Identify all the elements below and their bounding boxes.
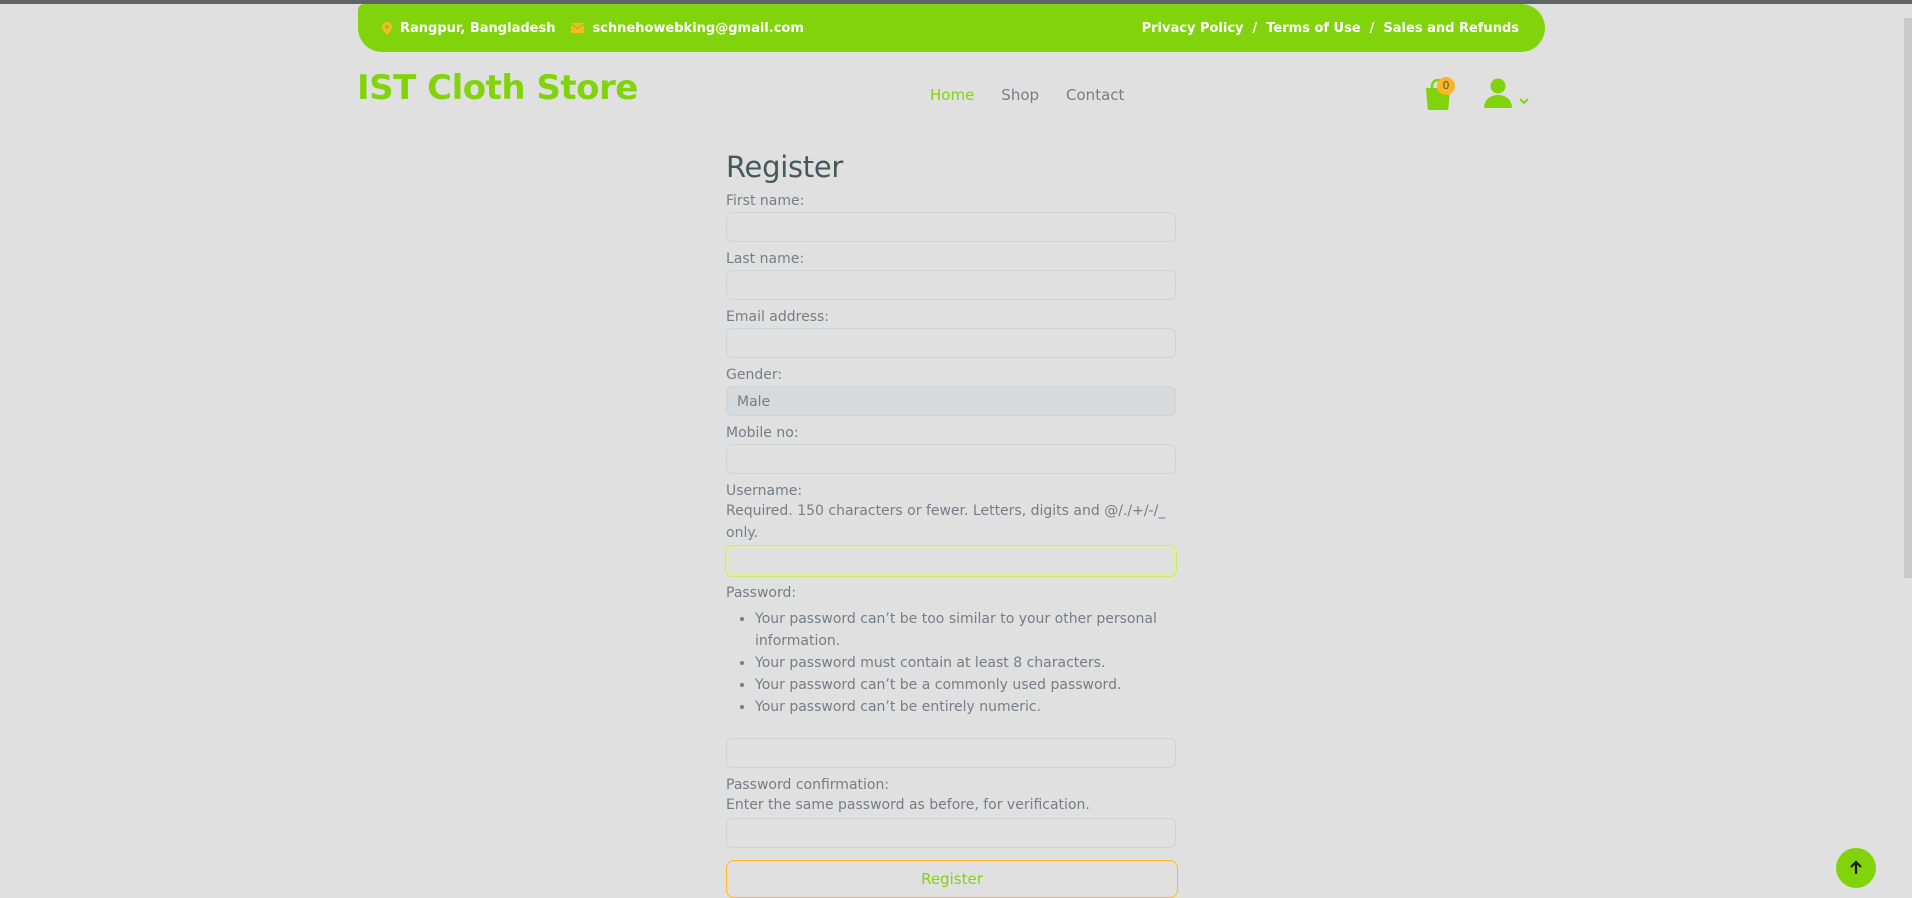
- username-field[interactable]: [726, 546, 1176, 576]
- user-menu[interactable]: [1484, 78, 1530, 108]
- back-to-top-button[interactable]: [1836, 848, 1876, 888]
- username-help-text: Required. 150 characters or fewer. Lette…: [726, 503, 1166, 541]
- first-name-label: First name:: [726, 193, 805, 209]
- last-name-field[interactable]: [726, 270, 1176, 300]
- link-separator: /: [1252, 20, 1258, 36]
- register-form: Register First name: Last name: Email ad…: [726, 150, 1178, 898]
- map-marker-icon: [382, 21, 392, 35]
- gender-select[interactable]: Male: [726, 386, 1176, 416]
- password-rule: Your password can’t be a commonly used p…: [755, 674, 1178, 696]
- nav-shop[interactable]: Shop: [1001, 86, 1039, 104]
- password-rule: Your password can’t be too similar to yo…: [755, 608, 1178, 652]
- password-rule: Your password must contain at least 8 ch…: [755, 652, 1178, 674]
- page-title: Register: [726, 150, 843, 184]
- main-nav: Home Shop Contact: [930, 86, 1151, 104]
- cart-count-badge: 0: [1437, 77, 1455, 95]
- mobile-field[interactable]: [726, 444, 1176, 474]
- register-button[interactable]: Register: [726, 860, 1178, 898]
- register-button-label: Register: [921, 870, 983, 888]
- terms-of-use-link[interactable]: Terms of Use: [1266, 21, 1360, 36]
- topbar-email[interactable]: schnehowebking@gmail.com: [571, 20, 804, 36]
- password-confirm-field[interactable]: [726, 818, 1176, 848]
- topbar: Rangpur, Bangladesh schnehowebking@gmail…: [358, 4, 1545, 52]
- location-text: Rangpur, Bangladesh: [400, 20, 556, 36]
- password-confirm-label: Password confirmation:: [726, 777, 890, 793]
- email-field[interactable]: [726, 328, 1176, 358]
- topbar-location: Rangpur, Bangladesh: [382, 21, 555, 36]
- privacy-policy-link[interactable]: Privacy Policy: [1142, 21, 1244, 36]
- nav-home[interactable]: Home: [930, 86, 974, 104]
- topbar-contact: Rangpur, Bangladesh schnehowebking@gmail…: [382, 21, 820, 36]
- nav-contact[interactable]: Contact: [1066, 86, 1124, 104]
- arrow-up-icon: [1850, 860, 1862, 874]
- last-name-label: Last name:: [726, 251, 805, 267]
- mobile-label: Mobile no:: [726, 425, 799, 441]
- username-label: Username:: [726, 483, 803, 499]
- chevron-down-icon: [1519, 98, 1529, 105]
- brand-logo[interactable]: IST Cloth Store: [357, 68, 638, 108]
- email-label: Email address:: [726, 309, 830, 325]
- password-rules-list: Your password can’t be too similar to yo…: [726, 608, 1178, 718]
- sales-refunds-link[interactable]: Sales and Refunds: [1383, 21, 1519, 36]
- email-text: schnehowebking@gmail.com: [592, 20, 804, 36]
- password-field[interactable]: [726, 738, 1176, 768]
- password-confirm-help-text: Enter the same password as before, for v…: [726, 797, 1090, 813]
- first-name-field[interactable]: [726, 212, 1176, 242]
- link-separator: /: [1369, 20, 1375, 36]
- topbar-links: Privacy Policy / Terms of Use / Sales an…: [1142, 21, 1519, 36]
- envelope-icon: [571, 23, 585, 33]
- password-rule: Your password can’t be entirely numeric.: [755, 696, 1178, 718]
- page-scrollbar[interactable]: [1904, 18, 1912, 578]
- gender-label: Gender:: [726, 367, 783, 383]
- user-icon: [1484, 78, 1512, 108]
- password-label: Password:: [726, 585, 797, 601]
